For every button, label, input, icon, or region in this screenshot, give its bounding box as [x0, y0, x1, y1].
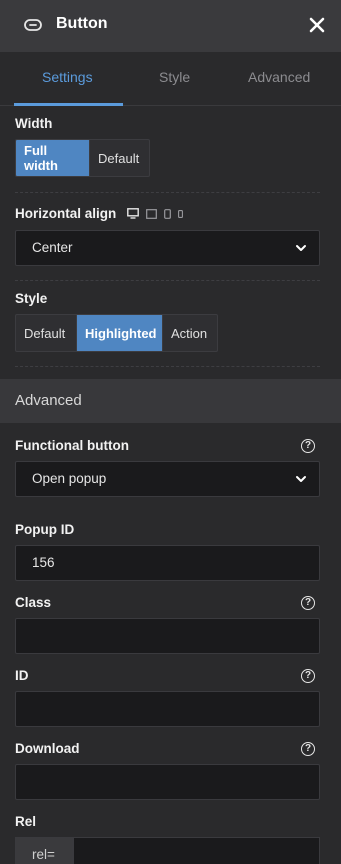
style-label: Style — [15, 291, 48, 306]
help-icon[interactable]: ? — [301, 596, 315, 610]
active-tab-indicator — [14, 103, 123, 106]
functional-button-value: Open popup — [32, 471, 107, 486]
width-option-full[interactable]: Full width — [16, 140, 90, 176]
panel-header: Button — [0, 0, 341, 52]
download-label: Download — [15, 741, 80, 756]
width-toggle: Full width Default — [15, 139, 150, 177]
download-input[interactable] — [15, 764, 320, 800]
functional-button-label: Functional button — [15, 438, 129, 453]
id-input[interactable] — [15, 691, 320, 727]
style-option-action[interactable]: Action — [163, 315, 217, 351]
style-toggle: Default Highlighted Action — [15, 314, 218, 352]
popup-id-input[interactable]: 156 — [15, 545, 320, 581]
width-label: Width — [15, 116, 53, 131]
panel-title: Button — [56, 15, 108, 32]
button-icon — [24, 19, 42, 31]
functional-button-select[interactable]: Open popup — [15, 461, 320, 497]
chevron-down-icon — [296, 476, 306, 482]
popup-id-value: 156 — [32, 555, 55, 570]
device-switcher — [127, 208, 183, 219]
id-label: ID — [15, 668, 29, 683]
rel-input[interactable] — [73, 837, 320, 864]
class-label: Class — [15, 595, 52, 610]
help-icon[interactable]: ? — [301, 742, 315, 756]
popup-id-label: Popup ID — [15, 522, 75, 537]
tablet-icon[interactable] — [164, 208, 171, 219]
close-icon[interactable] — [308, 16, 326, 34]
mobile-icon[interactable] — [178, 209, 183, 218]
rel-prefix: rel= — [15, 837, 73, 864]
tab-settings[interactable]: Settings — [42, 69, 93, 85]
horizontal-align-value: Center — [32, 240, 73, 255]
horizontal-align-select[interactable]: Center — [15, 230, 320, 266]
divider — [15, 280, 320, 281]
laptop-icon[interactable] — [146, 208, 157, 219]
desktop-icon[interactable] — [127, 208, 139, 219]
horizontal-align-label: Horizontal align — [15, 206, 117, 221]
rel-label: Rel — [15, 814, 37, 829]
tab-bar: Settings Style Advanced — [0, 52, 341, 106]
advanced-section-header[interactable]: Advanced — [0, 379, 341, 423]
divider — [15, 192, 320, 193]
width-option-default[interactable]: Default — [90, 140, 149, 176]
help-icon[interactable]: ? — [301, 669, 315, 683]
class-input[interactable] — [15, 618, 320, 654]
advanced-section-title: Advanced — [15, 392, 82, 409]
chevron-down-icon — [296, 245, 306, 251]
divider — [15, 366, 320, 367]
tab-advanced[interactable]: Advanced — [248, 69, 310, 85]
tab-style[interactable]: Style — [159, 69, 190, 85]
style-option-highlighted[interactable]: Highlighted — [77, 315, 163, 351]
help-icon[interactable]: ? — [301, 439, 315, 453]
style-option-default[interactable]: Default — [16, 315, 77, 351]
